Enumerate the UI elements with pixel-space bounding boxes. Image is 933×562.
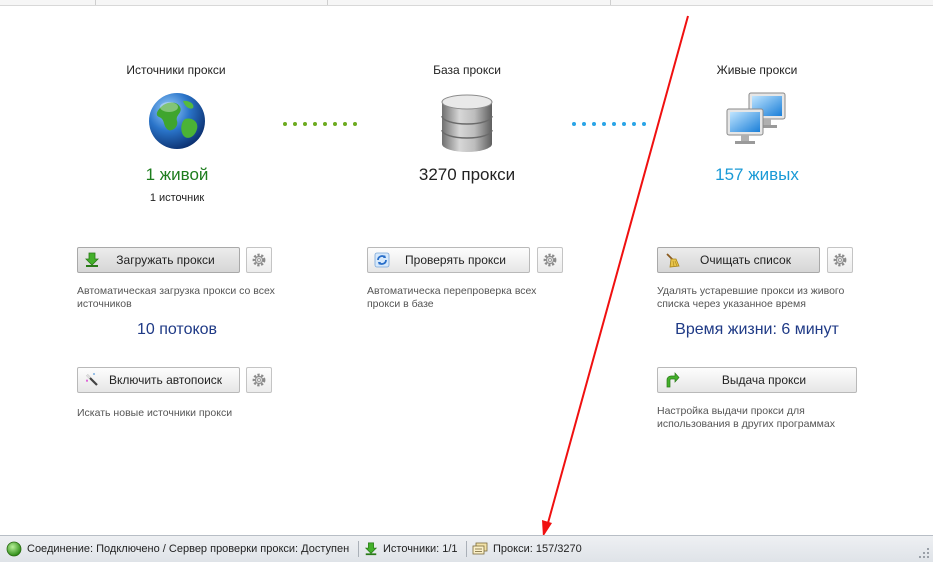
broom-icon: [666, 253, 680, 268]
base-proxy-count: 3270 прокси: [418, 165, 516, 184]
sources-status-text: Источники: 1/1: [383, 543, 458, 555]
proxy-list-icon: [472, 542, 488, 555]
green-arrow-icon: [666, 372, 680, 388]
autosearch-settings-button[interactable]: [246, 367, 272, 393]
issue-proxies-label: Выдача прокси: [721, 373, 807, 387]
window-top-edge: [0, 0, 933, 6]
load-description: Автоматическая загрузка прокси со всех и…: [77, 285, 275, 310]
clear-description: Удалять устаревшие прокси из живого спис…: [657, 285, 845, 310]
database-icon: [441, 94, 493, 152]
sources-count: 1 источник: [149, 192, 205, 204]
connection-status: Соединение: Подключено / Сервер проверки…: [6, 536, 349, 562]
gear-icon: [543, 253, 557, 267]
gear-icon: [252, 253, 266, 267]
autosearch-button[interactable]: Включить автопоиск: [77, 367, 240, 393]
status-bar: Соединение: Подключено / Сервер проверки…: [0, 535, 933, 562]
status-green-dot-icon: [6, 541, 22, 557]
check-settings-button[interactable]: [537, 247, 563, 273]
autosearch-label: Включить автопоиск: [108, 373, 223, 387]
check-description: Автоматическа перепроверка всех прокси в…: [367, 285, 537, 310]
threads-count: 10 потоков: [136, 321, 218, 338]
live-proxy-count: 157 живых: [715, 165, 799, 184]
gear-icon: [252, 373, 266, 387]
proxies-status-text: Прокси: 157/3270: [493, 543, 582, 555]
sources-title: Источники прокси: [126, 63, 226, 77]
refresh-icon: [374, 252, 390, 268]
autosearch-description: Искать новые источники прокси: [77, 407, 233, 419]
clear-list-label: Очищать список: [700, 253, 791, 267]
magic-wand-icon: [86, 373, 98, 386]
status-separator: [358, 541, 359, 557]
issue-proxies-button[interactable]: Выдача прокси: [657, 367, 857, 393]
resize-grip-icon[interactable]: [918, 547, 930, 559]
proxies-status: Прокси: 157/3270: [472, 536, 582, 562]
status-separator: [466, 541, 467, 557]
load-settings-button[interactable]: [246, 247, 272, 273]
globe-icon: [149, 93, 205, 149]
load-proxies-label: Загружать прокси: [116, 253, 215, 267]
lifetime-value: Время жизни: 6 минут: [675, 321, 839, 338]
check-proxies-label: Проверять прокси: [405, 253, 506, 267]
base-to-live-connector: [572, 122, 652, 126]
sources-to-base-connector: [283, 122, 363, 126]
base-title: База прокси: [433, 63, 501, 77]
load-proxies-button[interactable]: Загружать прокси: [77, 247, 240, 273]
download-arrow-icon: [85, 252, 99, 267]
sources-status: Источники: 1/1: [364, 536, 458, 562]
download-arrow-icon: [364, 542, 378, 556]
issue-description: Настройка выдачи прокси для использовани…: [657, 405, 835, 430]
connection-status-text: Соединение: Подключено / Сервер проверки…: [27, 543, 350, 555]
clear-settings-button[interactable]: [827, 247, 853, 273]
sources-live-count: 1 живой: [145, 165, 209, 184]
live-title: Живые прокси: [716, 63, 798, 77]
clear-list-button[interactable]: Очищать список: [657, 247, 820, 273]
annotation-arrow: [542, 15, 689, 537]
check-proxies-button[interactable]: Проверять прокси: [367, 247, 530, 273]
monitors-icon: [726, 92, 786, 144]
gear-icon: [833, 253, 847, 267]
